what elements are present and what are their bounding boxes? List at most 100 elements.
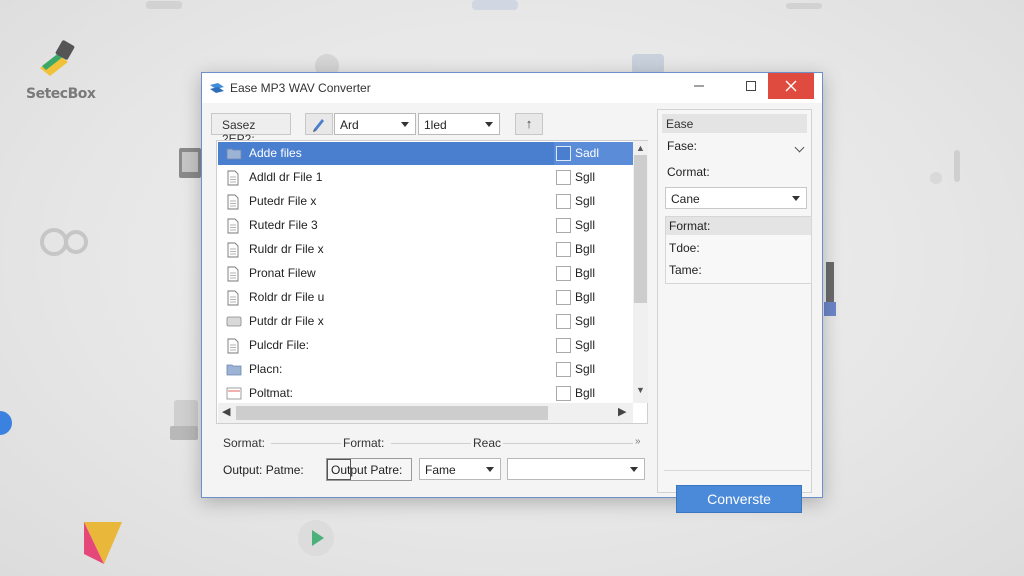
file-value: Bgll [575, 290, 596, 304]
play-icon[interactable] [294, 518, 340, 565]
toolbar-combo-1[interactable]: Ard [334, 113, 416, 135]
title-bar[interactable]: Ease MP3 WAV Converter [202, 73, 822, 103]
monitor-icon[interactable] [177, 146, 203, 185]
chevron-down-icon[interactable] [794, 142, 805, 153]
file-name: Poltmat: [249, 386, 294, 400]
folder-icon [226, 146, 242, 163]
file-value: Sgll [575, 170, 596, 184]
document-icon [226, 170, 240, 189]
file-row[interactable]: Poltmat: Bgll [218, 382, 633, 405]
music-icon[interactable] [924, 146, 968, 191]
file-name: Placn: [249, 362, 283, 376]
format-group-item-1: Tdoe: [669, 241, 700, 255]
pencil-icon [313, 119, 324, 132]
file-name: Pulcdr File: [249, 338, 310, 352]
minimize-button[interactable] [676, 73, 722, 99]
path-combo[interactable] [507, 458, 645, 480]
panel-item-1[interactable]: Fase: [667, 139, 697, 153]
file-checkbox[interactable] [556, 242, 571, 257]
file-name: Pronat Filew [249, 266, 316, 280]
window-title: Ease MP3 WAV Converter [230, 81, 371, 95]
file-checkbox[interactable] [556, 266, 571, 281]
file-checkbox[interactable] [556, 338, 571, 353]
file-row[interactable]: Pronat Filew Bgll [218, 262, 633, 285]
file-row[interactable]: Rutedr File 3 Sgll [218, 214, 633, 237]
app-logo-icon [209, 81, 225, 98]
up-folder-button[interactable]: ↑ [515, 113, 543, 135]
converter-window: Ease MP3 WAV Converter Sasez 2EP2: Ard 1… [201, 72, 823, 513]
drive-icon [226, 314, 242, 331]
name-combo[interactable]: Fame [419, 458, 501, 480]
chevron-down-icon [486, 467, 494, 472]
file-row[interactable]: Adde files Sadl [218, 142, 634, 165]
pen-icon[interactable] [80, 518, 126, 571]
file-row[interactable]: Pulcdr File: Sgll [218, 334, 633, 357]
name-combo-value: Fame [425, 463, 456, 477]
convert-button[interactable]: Converste [676, 485, 802, 513]
scroll-down-icon[interactable]: ▼ [636, 385, 645, 395]
scroll-right-icon[interactable]: ▶ [618, 405, 626, 418]
file-row[interactable]: Placn: Sgll [218, 358, 633, 381]
file-row[interactable]: Putedr File x Sgll [218, 190, 633, 213]
settings-icon[interactable] [38, 222, 94, 265]
document-icon [226, 242, 240, 261]
document-icon [226, 338, 240, 357]
vertical-scrollbar[interactable]: ▲ ▼ [633, 141, 648, 403]
source-label: Sasez 2EP2: [211, 113, 291, 146]
file-checkbox[interactable] [556, 386, 571, 401]
file-list[interactable]: Adde files Sadl Adldl dr File 1 Sgll Putedr … [216, 140, 648, 424]
file-checkbox[interactable] [556, 290, 571, 305]
toolbar-combo-1-value: Ard [340, 118, 359, 132]
file-name: Roldr dr File u [249, 290, 325, 304]
vertical-scroll-thumb[interactable] [634, 155, 647, 303]
folder-icon [226, 362, 242, 379]
chevron-down-icon [630, 467, 638, 472]
toolbar-combo-2-value: 1led [424, 118, 447, 132]
file-row[interactable]: Roldr dr File u Bgll [218, 286, 633, 309]
chevron-down-icon [401, 122, 409, 127]
app-icon-top-center[interactable] [472, 0, 518, 15]
app-icon-top-left[interactable] [146, 0, 182, 14]
file-name: Adde files [249, 146, 302, 160]
chevron-down-icon [485, 122, 493, 127]
file-checkbox[interactable] [556, 218, 571, 233]
horizontal-scroll-thumb[interactable] [236, 406, 548, 420]
scroll-left-icon[interactable]: ◀ [222, 405, 230, 418]
format-row: Sormat: Format: Reac » [223, 436, 643, 450]
file-checkbox[interactable] [556, 194, 571, 209]
file-value: Sgll [575, 338, 596, 352]
format-label-1: Sormat: [223, 436, 266, 450]
arrow-up-icon: ↑ [525, 116, 533, 131]
document-icon [226, 218, 240, 237]
file-row[interactable]: Adldl dr File 1 Sgll [218, 166, 633, 189]
file-checkbox[interactable] [556, 170, 571, 185]
close-button[interactable] [768, 73, 814, 99]
desktop-app-icon[interactable] [36, 40, 82, 83]
settings-panel: Ease Fase: Cormat: Cane Format: Tdoe: Ta… [657, 109, 812, 513]
file-checkbox[interactable] [556, 314, 571, 329]
double-chevron-right-icon[interactable]: » [635, 436, 641, 447]
edit-button[interactable] [305, 113, 333, 135]
app-icon-top-far-right[interactable] [786, 0, 822, 14]
file-row[interactable]: Ruldr dr File x Bgll [218, 238, 633, 261]
panel-combo[interactable]: Cane [665, 187, 807, 209]
output-label: Output: Patme: [223, 463, 304, 477]
scroll-up-icon[interactable]: ▲ [636, 143, 645, 153]
tool-icon[interactable] [822, 262, 840, 321]
file-checkbox[interactable] [556, 362, 571, 377]
file-row[interactable]: Putdr dr File x Sgll [218, 310, 633, 333]
toolbar-combo-2[interactable]: 1led [418, 113, 500, 135]
folder-desktop-icon[interactable] [168, 396, 202, 449]
file-checkbox[interactable] [556, 146, 571, 161]
format-group-item-2: Tame: [669, 263, 702, 277]
file-value: Bgll [575, 266, 596, 280]
document-icon [226, 194, 240, 213]
file-value: Sgll [575, 362, 596, 376]
horizontal-scrollbar[interactable]: ◀ ▶ [218, 403, 633, 423]
format-group-header: Format: [666, 217, 811, 235]
desktop-icon-label: SetecBox [26, 86, 96, 102]
panel-item-2: Cormat: [667, 165, 710, 179]
output-path-button[interactable]: Output Patre: [326, 458, 412, 481]
file-value: Sgll [575, 218, 596, 232]
info-icon[interactable] [0, 406, 12, 443]
